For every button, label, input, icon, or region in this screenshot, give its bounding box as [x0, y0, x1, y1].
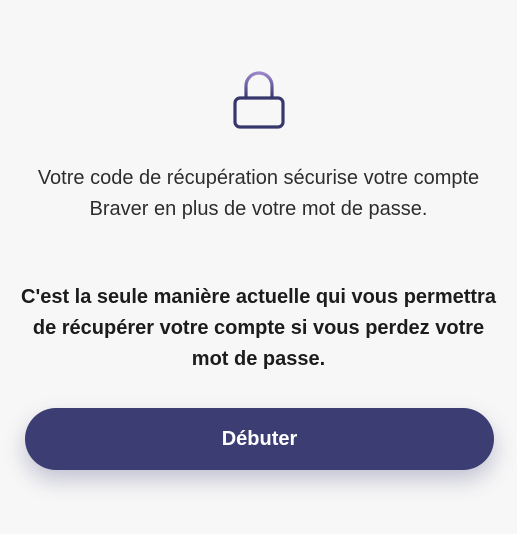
intro-text: Votre code de récupération sécurise votr…: [37, 167, 480, 220]
recovery-code-screen: Votre code de récupération sécurise votr…: [0, 0, 517, 534]
warning-text: C'est la seule manière actuelle qui vous…: [21, 286, 496, 370]
lock-icon: [229, 70, 289, 132]
start-button[interactable]: Débuter: [25, 408, 494, 470]
